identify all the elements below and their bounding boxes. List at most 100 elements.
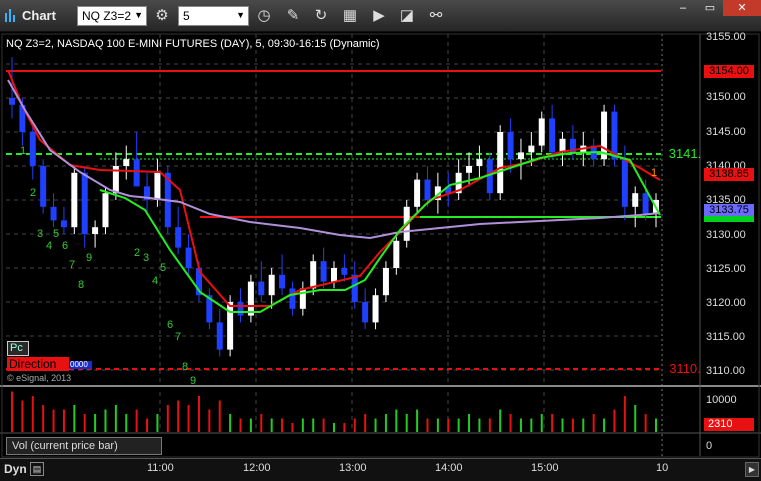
volume-bar bbox=[218, 400, 221, 432]
candle-body bbox=[393, 240, 400, 268]
draw-button[interactable]: ✎ bbox=[282, 6, 304, 26]
time-button[interactable]: ◷ bbox=[253, 6, 275, 26]
bar-count-label: 2 bbox=[30, 187, 36, 199]
minimize-icon: – bbox=[679, 2, 687, 14]
volume-bar bbox=[83, 414, 86, 432]
volume-bar bbox=[416, 409, 419, 432]
volume-bar bbox=[405, 414, 408, 432]
bar-count-label: 6 bbox=[62, 240, 68, 252]
price-tick: 3130.00 bbox=[706, 229, 746, 241]
volume-bar bbox=[384, 414, 387, 432]
candle-body bbox=[92, 227, 99, 234]
study-button[interactable]: ▦ bbox=[339, 6, 361, 26]
candle-body bbox=[123, 159, 130, 166]
candle-body bbox=[279, 274, 286, 289]
time-tick: 15:00 bbox=[531, 462, 559, 474]
volume-bar bbox=[73, 405, 76, 432]
price-tick: 3120.00 bbox=[706, 297, 746, 309]
bar-count-label: 5 bbox=[160, 262, 166, 274]
dynamic-mode-label: Dyn bbox=[4, 462, 27, 476]
time-tick: 14:00 bbox=[435, 462, 463, 474]
volume-bar bbox=[395, 409, 398, 432]
price-marker-top: 3154.00 bbox=[704, 65, 754, 78]
close-icon: ✕ bbox=[737, 2, 747, 14]
volume-bar bbox=[135, 409, 138, 432]
refresh-button[interactable]: ↻ bbox=[310, 6, 332, 26]
restore-icon: ▭ bbox=[704, 2, 716, 14]
candle-body bbox=[154, 172, 161, 200]
bar-count-label: 7 bbox=[175, 331, 181, 343]
volume-bar bbox=[374, 418, 377, 432]
green-line-label: 3141. bbox=[668, 146, 702, 161]
gear-icon: ⚙ bbox=[155, 7, 169, 24]
volume-bar bbox=[11, 391, 13, 432]
link-button[interactable]: ⚯ bbox=[425, 6, 447, 26]
time-axis-bar: Dyn ▤ 11:00 12:00 13:00 14:00 15:00 10 ▶ bbox=[0, 458, 761, 481]
time-tick: 13:00 bbox=[339, 462, 367, 474]
candle-body bbox=[642, 193, 649, 214]
volume-bar bbox=[249, 418, 252, 432]
candle-body bbox=[549, 118, 556, 153]
chart-icon: ◪ bbox=[399, 7, 415, 24]
volume-bar bbox=[447, 418, 450, 432]
candle-body bbox=[372, 295, 379, 323]
volume-bar bbox=[333, 423, 335, 432]
price-chart[interactable]: 123456789 2 34567891 bbox=[0, 32, 761, 458]
volume-bar bbox=[519, 418, 522, 432]
volume-bar bbox=[229, 414, 232, 432]
candle-body bbox=[185, 247, 192, 268]
refresh-icon: ↻ bbox=[314, 7, 328, 24]
interval-value: 5 bbox=[183, 9, 190, 23]
volume-bar bbox=[343, 423, 346, 432]
volume-bar bbox=[551, 414, 554, 432]
bar-count-label: 9 bbox=[86, 252, 92, 264]
volume-bar bbox=[208, 409, 211, 432]
volume-study-label[interactable]: Vol (current price bar) bbox=[6, 437, 162, 455]
bar-count-label: 4 bbox=[46, 240, 52, 252]
interval-combo[interactable]: 5 ▼ bbox=[178, 6, 249, 26]
tool-icon: ▦ bbox=[342, 7, 358, 24]
time-tick: 12:00 bbox=[243, 462, 271, 474]
candle-body bbox=[466, 166, 473, 173]
volume-bar bbox=[281, 418, 284, 432]
close-button[interactable]: ✕ bbox=[723, 0, 761, 16]
candle-body bbox=[227, 302, 234, 350]
bar-count-label: 1 bbox=[20, 145, 26, 157]
chart-type-button[interactable]: ◪ bbox=[396, 6, 418, 26]
candle-body bbox=[476, 159, 483, 166]
volume-bar bbox=[364, 414, 367, 432]
restore-button[interactable]: ▭ bbox=[697, 0, 723, 16]
price-tick: 3125.00 bbox=[706, 263, 746, 275]
candle-body bbox=[268, 274, 275, 296]
candle-body bbox=[310, 261, 317, 289]
play-button[interactable]: ▶ bbox=[368, 6, 390, 26]
volume-bar bbox=[166, 405, 169, 432]
time-tick: 11:00 bbox=[147, 462, 174, 474]
bar-count-label: 1 bbox=[651, 167, 657, 179]
candle-body bbox=[632, 193, 639, 207]
volume-tick: 0 bbox=[706, 440, 713, 452]
window-title: Chart bbox=[22, 8, 56, 23]
bar-count-label: 4 bbox=[152, 275, 158, 287]
candle-body bbox=[216, 322, 223, 350]
dynamic-mode-icon[interactable]: ▤ bbox=[30, 462, 44, 476]
settings-button[interactable]: ⚙ bbox=[151, 6, 173, 26]
volume-bar bbox=[146, 418, 149, 432]
bar-count-label: 6 bbox=[167, 319, 173, 331]
candle-body bbox=[497, 132, 504, 194]
minimize-button[interactable]: – bbox=[670, 0, 696, 16]
volume-bar bbox=[603, 418, 606, 432]
volume-bar bbox=[509, 414, 512, 432]
pc-button[interactable]: Pc bbox=[7, 341, 29, 356]
symbol-combo[interactable]: NQ Z3=2 ▼ bbox=[77, 6, 147, 26]
price-marker-mid: 3138.85 bbox=[704, 168, 754, 181]
volume-bar bbox=[592, 414, 595, 432]
price-tick: 3115.00 bbox=[706, 331, 745, 343]
price-tick: 3110.00 bbox=[706, 365, 745, 377]
bar-count-label: 2 bbox=[134, 247, 140, 259]
volume-tick: 10000 bbox=[706, 394, 737, 406]
candle-body bbox=[621, 159, 628, 207]
volume-bar bbox=[197, 396, 200, 432]
candle-body bbox=[40, 166, 47, 207]
scroll-right-button[interactable]: ▶ bbox=[745, 462, 759, 477]
